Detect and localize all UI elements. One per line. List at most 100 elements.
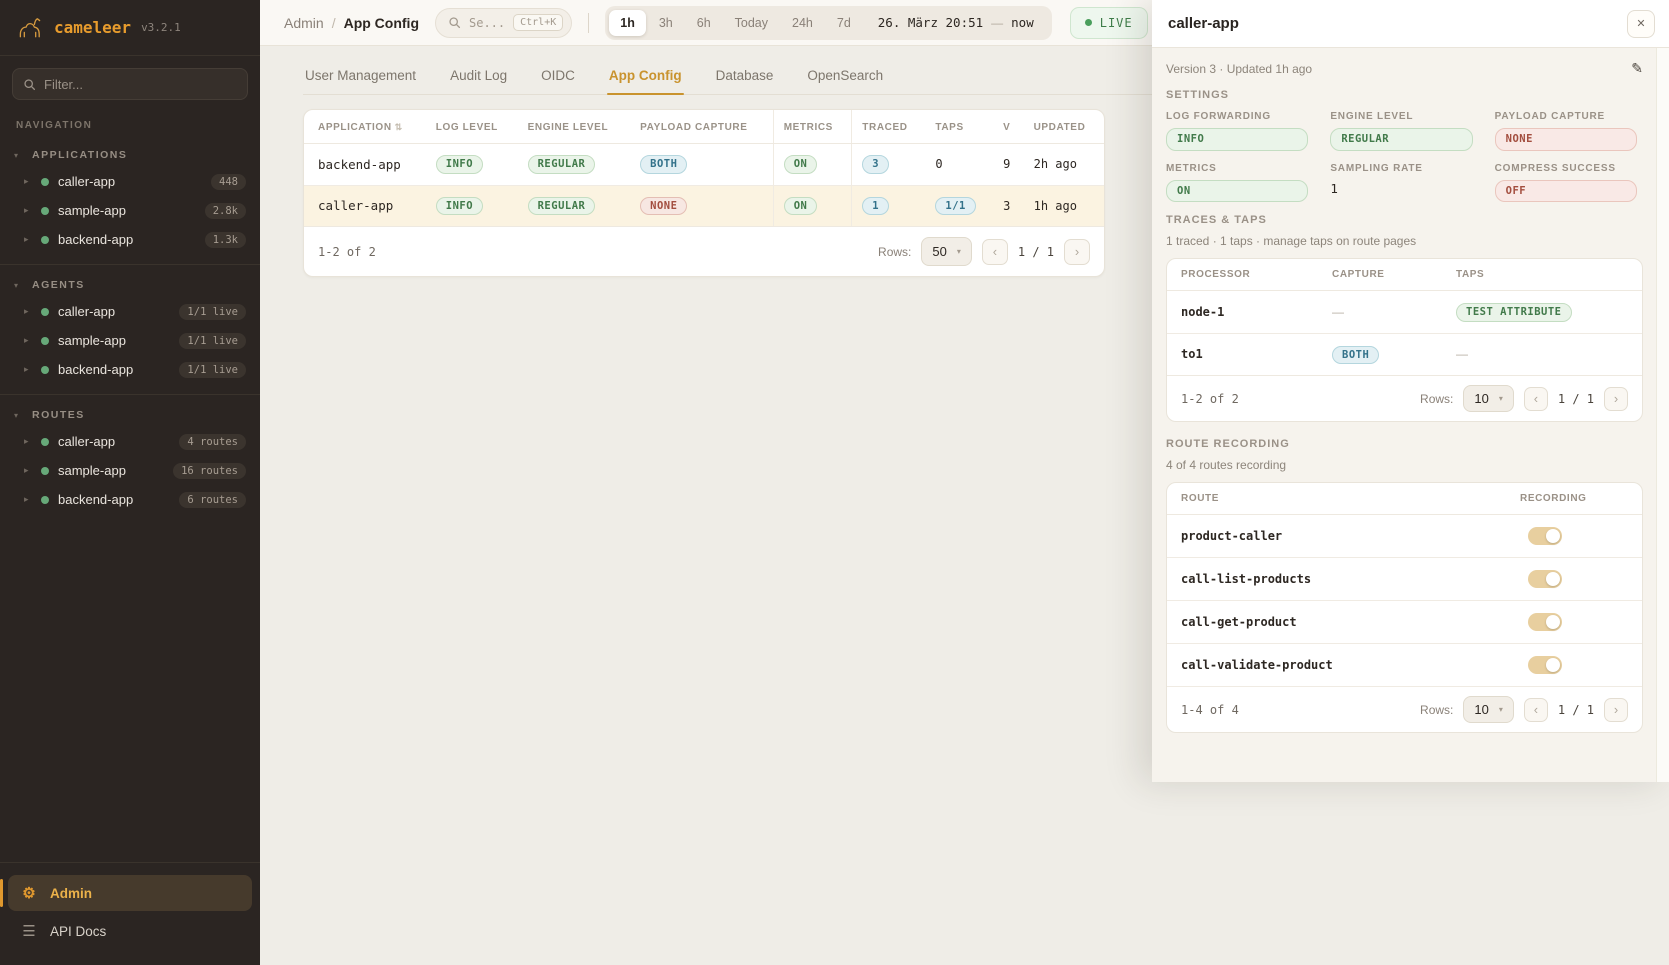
traced-badge: 1: [862, 197, 889, 216]
sidebar-item-routes-caller-app[interactable]: ▸ caller-app 4 routes: [0, 427, 260, 456]
route-row-call-validate-product: call-validate-product: [1167, 644, 1642, 687]
sidebar-item-routes-backend-app[interactable]: ▸ backend-app 6 routes: [0, 485, 260, 514]
breadcrumb-admin[interactable]: Admin: [284, 15, 324, 31]
prev-page-button[interactable]: ‹: [982, 239, 1008, 265]
table-row-backend-app[interactable]: backend-app INFO REGULAR BOTH ON 3 0 9 2…: [304, 144, 1104, 186]
sidebar-item-agents-backend-app[interactable]: ▸ backend-app 1/1 live: [0, 355, 260, 384]
sidebar: cameleer v3.2.1 NAVIGATION ▾ APPLICATION…: [0, 0, 260, 965]
range-24h[interactable]: 24h: [781, 10, 824, 36]
col-taps: TAPS: [1456, 269, 1628, 280]
sidebar-item-admin[interactable]: ⚙ Admin: [8, 875, 252, 911]
app-root: cameleer v3.2.1 NAVIGATION ▾ APPLICATION…: [0, 0, 1669, 965]
tab-bar: User Management Audit Log OIDC App Confi…: [303, 60, 1163, 95]
sidebar-item-api-docs[interactable]: ☰ API Docs: [8, 913, 252, 949]
date-range-display[interactable]: 26. März 20:51 — now: [864, 15, 1048, 30]
recording-toggle[interactable]: [1528, 527, 1562, 545]
tab-oidc[interactable]: OIDC: [539, 60, 577, 94]
sidebar-item-applications-caller-app[interactable]: ▸ caller-app 448: [0, 167, 260, 196]
toggle-knob: [1546, 529, 1560, 543]
topbar-divider: [588, 13, 589, 33]
log-level-badge: INFO: [436, 155, 483, 174]
status-dot: [41, 207, 49, 215]
traces-table-header: PROCESSOR CAPTURE TAPS: [1167, 259, 1642, 291]
metrics-badge: ON: [784, 197, 818, 216]
rows-per-page-select[interactable]: 50 ▾: [921, 237, 971, 266]
prev-page-button[interactable]: ‹: [1524, 698, 1548, 722]
status-dot: [41, 337, 49, 345]
table-row-caller-app[interactable]: caller-app INFO REGULAR NONE ON 1 1/1 3 …: [304, 185, 1104, 226]
global-search[interactable]: Se... Ctrl+K: [435, 8, 572, 38]
recording-toggle[interactable]: [1528, 656, 1562, 674]
chevron-right-icon: ▸: [24, 436, 32, 447]
app-config-table: APPLICATION⇅ LOG LEVEL ENGINE LEVEL PAYL…: [304, 110, 1104, 226]
prev-page-button[interactable]: ‹: [1524, 387, 1548, 411]
edit-icon[interactable]: ✎: [1631, 60, 1643, 77]
status-dot: [41, 366, 49, 374]
menu-icon: ☰: [20, 922, 38, 940]
payload-capture-value: NONE: [1495, 128, 1637, 151]
sidebar-item-agents-caller-app[interactable]: ▸ caller-app 1/1 live: [0, 297, 260, 326]
group-header-agents[interactable]: ▾ AGENTS: [0, 271, 260, 297]
toggle-knob: [1546, 615, 1560, 629]
sidebar-item-agents-sample-app[interactable]: ▸ sample-app 1/1 live: [0, 326, 260, 355]
rows-label: Rows:: [878, 245, 911, 259]
compress-success-value: OFF: [1495, 180, 1637, 203]
range-3h[interactable]: 3h: [648, 10, 684, 36]
tab-user-management[interactable]: User Management: [303, 60, 418, 94]
range-7d[interactable]: 7d: [826, 10, 862, 36]
chevron-right-icon: ▸: [24, 234, 32, 245]
sidebar-item-applications-backend-app[interactable]: ▸ backend-app 1.3k: [0, 225, 260, 254]
next-page-button[interactable]: ›: [1604, 387, 1628, 411]
search-placeholder: Se...: [469, 16, 505, 30]
filter-input[interactable]: [44, 77, 237, 92]
chevron-right-icon: ▸: [24, 205, 32, 216]
route-recording-card: ROUTE RECORDING product-caller call-list…: [1166, 482, 1643, 733]
sidebar-item-applications-sample-app[interactable]: ▸ sample-app 2.8k: [0, 196, 260, 225]
recording-toggle[interactable]: [1528, 613, 1562, 631]
live-dot: [1085, 19, 1092, 26]
col-processor: PROCESSOR: [1181, 269, 1332, 280]
group-header-routes[interactable]: ▾ ROUTES: [0, 401, 260, 427]
col-engine-level: ENGINE LEVEL: [518, 110, 631, 144]
tab-audit-log[interactable]: Audit Log: [448, 60, 509, 94]
date-separator: —: [991, 16, 1003, 30]
rows-per-page-select[interactable]: 10 ▾: [1463, 385, 1513, 412]
page-indicator: 1 / 1: [1558, 703, 1594, 717]
range-1h[interactable]: 1h: [609, 10, 646, 36]
range-today[interactable]: Today: [724, 10, 779, 36]
traces-table-footer: 1-2 of 2 Rows: 10 ▾ ‹ 1 / 1 ›: [1167, 375, 1642, 421]
next-page-button[interactable]: ›: [1604, 698, 1628, 722]
field-engine-level: ENGINE LEVEL REGULAR: [1330, 111, 1478, 151]
taps-badge: 1/1: [935, 197, 975, 216]
status-dot: [41, 496, 49, 504]
chevron-right-icon: ›: [1614, 391, 1618, 406]
trace-row-to1[interactable]: to1 BOTH —: [1167, 334, 1642, 376]
chevron-right-icon: ▸: [24, 176, 32, 187]
live-badge: 1/1 live: [179, 304, 246, 320]
sidebar-item-routes-sample-app[interactable]: ▸ sample-app 16 routes: [0, 456, 260, 485]
sidebar-filter[interactable]: [12, 68, 248, 100]
sort-icon: ⇅: [395, 122, 403, 132]
log-level-badge: INFO: [436, 197, 483, 216]
routes-badge: 4 routes: [179, 434, 246, 450]
chevron-right-icon: ▸: [24, 494, 32, 505]
engine-level-value: REGULAR: [1330, 128, 1472, 151]
live-button[interactable]: LIVE: [1070, 7, 1148, 39]
empty-value: —: [1456, 347, 1628, 361]
toggle-knob: [1546, 572, 1560, 586]
recording-toggle[interactable]: [1528, 570, 1562, 588]
search-icon: [23, 78, 36, 91]
trace-row-node-1[interactable]: node-1 — TEST ATTRIBUTE: [1167, 291, 1642, 334]
range-6h[interactable]: 6h: [686, 10, 722, 36]
breadcrumb-current: App Config: [344, 15, 419, 31]
tab-app-config[interactable]: App Config: [607, 60, 684, 94]
group-header-applications[interactable]: ▾ APPLICATIONS: [0, 141, 260, 167]
col-application[interactable]: APPLICATION⇅: [304, 110, 426, 144]
tab-database[interactable]: Database: [714, 60, 776, 94]
next-page-button[interactable]: ›: [1064, 239, 1090, 265]
close-button[interactable]: ✕: [1627, 10, 1655, 38]
tab-opensearch[interactable]: OpenSearch: [805, 60, 885, 94]
log-forwarding-value: INFO: [1166, 128, 1308, 151]
rows-per-page-select[interactable]: 10 ▾: [1463, 696, 1513, 723]
route-row-product-caller: product-caller: [1167, 515, 1642, 558]
